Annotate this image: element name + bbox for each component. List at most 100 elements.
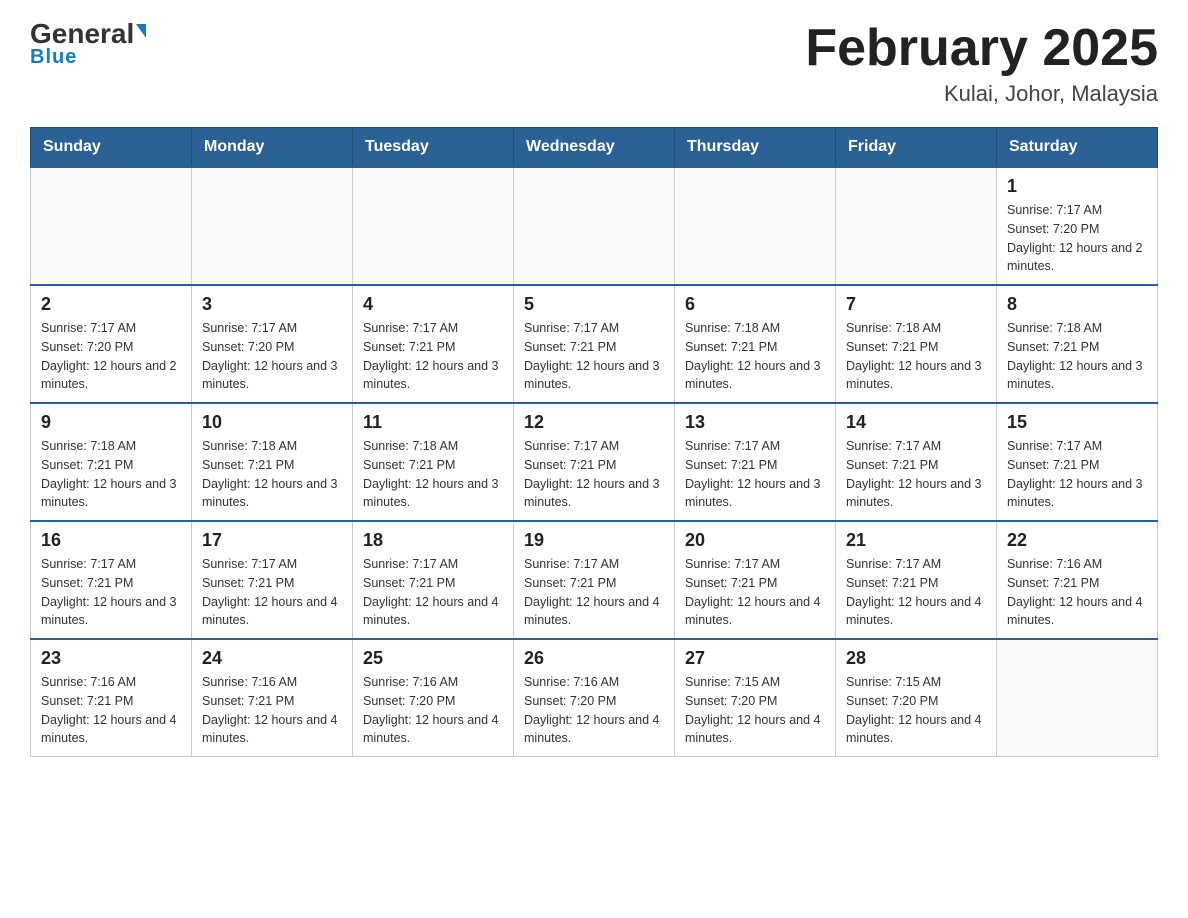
table-row: 22 Sunrise: 7:16 AMSunset: 7:21 PMDayligh… [997, 521, 1158, 639]
daylight-text: Daylight: 12 hours and 3 minutes. [846, 359, 982, 392]
sunset-text: Sunset: 7:21 PM [363, 340, 455, 354]
day-number: 20 [685, 530, 825, 551]
day-info: Sunrise: 7:17 AMSunset: 7:21 PMDaylight:… [846, 555, 986, 630]
day-number: 22 [1007, 530, 1147, 551]
day-number: 27 [685, 648, 825, 669]
sunrise-text: Sunrise: 7:18 AM [1007, 321, 1102, 335]
header-wednesday: Wednesday [514, 128, 675, 168]
sunset-text: Sunset: 7:21 PM [846, 576, 938, 590]
sunset-text: Sunset: 7:21 PM [202, 458, 294, 472]
table-row: 27 Sunrise: 7:15 AMSunset: 7:20 PMDayligh… [675, 639, 836, 757]
week-row-4: 16 Sunrise: 7:17 AM Sunset: 7:21 PM Dayligh… [31, 521, 1158, 639]
sunrise-text: Sunrise: 7:16 AM [202, 675, 297, 689]
sunset-text: Sunset: 7:20 PM [202, 340, 294, 354]
day-info: Sunrise: 7:16 AMSunset: 7:20 PMDaylight:… [524, 673, 664, 748]
day-info: Sunrise: 7:16 AMSunset: 7:21 PMDaylight:… [202, 673, 342, 748]
day-info: Sunrise: 7:18 AMSunset: 7:21 PMDaylight:… [41, 437, 181, 512]
daylight-text: Daylight: 12 hours and 4 minutes. [685, 713, 821, 746]
daylight-text: Daylight: 12 hours and 3 minutes. [1007, 477, 1143, 510]
table-row: 12Sunrise: 7:17 AMSunset: 7:21 PMDayligh… [514, 403, 675, 521]
daylight-text: Daylight: 12 hours and 3 minutes. [1007, 359, 1143, 392]
sunset-text: Sunset: 7:21 PM [524, 340, 616, 354]
sunset-text: Sunset: 7:21 PM [202, 576, 294, 590]
day-number: 25 [363, 648, 503, 669]
day-number: 21 [846, 530, 986, 551]
week-row-1: 1Sunrise: 7:17 AMSunset: 7:20 PMDaylight… [31, 167, 1158, 285]
sunset-text: Sunset: 7:21 PM [363, 458, 455, 472]
daylight-text: Daylight: 12 hours and 3 minutes. [685, 359, 821, 392]
table-row: 28Sunrise: 7:15 AMSunset: 7:20 PMDayligh… [836, 639, 997, 757]
sunrise-text: Sunrise: 7:17 AM [685, 557, 780, 571]
sunrise-text: Sunrise: 7:17 AM [1007, 203, 1102, 217]
calendar-subtitle: Kulai, Johor, Malaysia [805, 81, 1158, 107]
table-row: 17Sunrise: 7:17 AMSunset: 7:21 PMDayligh… [192, 521, 353, 639]
sunset-text: Sunset: 7:21 PM [41, 576, 133, 590]
day-info: Sunrise: 7:15 AMSunset: 7:20 PMDaylight:… [685, 673, 825, 748]
day-info: Sunrise: 7:17 AMSunset: 7:21 PMDaylight:… [363, 319, 503, 394]
table-row: 11Sunrise: 7:18 AMSunset: 7:21 PMDayligh… [353, 403, 514, 521]
sunset-text: Sunset: 7:21 PM [685, 458, 777, 472]
sunrise-text: Sunrise: 7:17 AM [41, 557, 136, 571]
day-number: 8 [1007, 294, 1147, 315]
daylight-text: Daylight: 12 hours and 4 minutes. [41, 713, 177, 746]
sunrise-text: Sunrise: 7:15 AM [685, 675, 780, 689]
day-number: 1 [1007, 176, 1147, 197]
daylight-text: Daylight: 12 hours and 3 minutes. [202, 359, 338, 392]
daylight-text: Daylight: 12 hours and 4 minutes. [363, 713, 499, 746]
week-row-3: 9Sunrise: 7:18 AMSunset: 7:21 PMDaylight… [31, 403, 1158, 521]
sunset-text: Sunset: 7:21 PM [363, 576, 455, 590]
header-monday: Monday [192, 128, 353, 168]
header-thursday: Thursday [675, 128, 836, 168]
sunrise-text: Sunrise: 7:16 AM [524, 675, 619, 689]
sunrise-text: Sunrise: 7:17 AM [524, 557, 619, 571]
day-number: 23 [41, 648, 181, 669]
day-info: Sunrise: 7:17 AM Sunset: 7:21 PM Daylight:… [41, 555, 181, 630]
sunset-text: Sunset: 7:20 PM [363, 694, 455, 708]
day-info: Sunrise: 7:18 AMSunset: 7:21 PMDaylight:… [202, 437, 342, 512]
daylight-text: Daylight: 12 hours and 4 minutes. [202, 595, 338, 628]
sunrise-text: Sunrise: 7:15 AM [846, 675, 941, 689]
day-info: Sunrise: 7:17 AMSunset: 7:20 PMDaylight:… [1007, 201, 1147, 276]
sunset-text: Sunset: 7:20 PM [524, 694, 616, 708]
sunset-text: Sunset: 7:21 PM [524, 576, 616, 590]
logo: General Blue [30, 20, 146, 69]
sunrise-text: Sunrise: 7:17 AM [846, 557, 941, 571]
table-row [997, 639, 1158, 757]
daylight-text: Daylight: 12 hours and 4 minutes. [685, 595, 821, 628]
daylight-text: Daylight: 12 hours and 3 minutes. [41, 477, 177, 510]
sunrise-text: Sunrise: 7:16 AM [41, 675, 136, 689]
page-header: General Blue February 2025 Kulai, Johor,… [30, 20, 1158, 107]
daylight-text: Daylight: 12 hours and 3 minutes. [524, 359, 660, 392]
table-row: 21Sunrise: 7:17 AMSunset: 7:21 PMDayligh… [836, 521, 997, 639]
sunrise-text: Sunrise: 7:16 AM [1007, 557, 1102, 571]
day-info: Sunrise: 7:17 AMSunset: 7:21 PMDaylight:… [524, 319, 664, 394]
day-info: Sunrise: 7:16 AMSunset: 7:21 PMDaylight:… [1007, 555, 1147, 630]
sunrise-text: Sunrise: 7:17 AM [41, 321, 136, 335]
table-row: 7Sunrise: 7:18 AMSunset: 7:21 PMDaylight… [836, 285, 997, 403]
day-number: 11 [363, 412, 503, 433]
sunset-text: Sunset: 7:20 PM [1007, 222, 1099, 236]
day-info: Sunrise: 7:16 AM Sunset: 7:20 PM Daylight:… [363, 673, 503, 748]
day-info: Sunrise: 7:17 AMSunset: 7:21 PMDaylight:… [846, 437, 986, 512]
day-number: 16 [41, 530, 181, 551]
daylight-text: Daylight: 12 hours and 3 minutes. [685, 477, 821, 510]
day-info: Sunrise: 7:17 AMSunset: 7:20 PMDaylight:… [202, 319, 342, 394]
day-info: Sunrise: 7:17 AMSunset: 7:21 PMDaylight:… [1007, 437, 1147, 512]
day-info: Sunrise: 7:17 AMSunset: 7:21 PMDaylight:… [363, 555, 503, 630]
daylight-text: Daylight: 12 hours and 4 minutes. [202, 713, 338, 746]
sunset-text: Sunset: 7:20 PM [41, 340, 133, 354]
sunset-text: Sunset: 7:20 PM [846, 694, 938, 708]
daylight-text: Daylight: 12 hours and 3 minutes. [363, 359, 499, 392]
daylight-text: Daylight: 12 hours and 3 minutes. [41, 595, 177, 628]
daylight-text: Daylight: 12 hours and 4 minutes. [1007, 595, 1143, 628]
sunrise-text: Sunrise: 7:17 AM [524, 439, 619, 453]
table-row: 3 Sunrise: 7:17 AMSunset: 7:20 PMDaylight… [192, 285, 353, 403]
logo-blue-text: Blue [30, 46, 77, 69]
day-number: 17 [202, 530, 342, 551]
sunset-text: Sunset: 7:21 PM [846, 340, 938, 354]
day-info: Sunrise: 7:18 AMSunset: 7:21 PMDaylight:… [1007, 319, 1147, 394]
sunrise-text: Sunrise: 7:16 AM [363, 675, 458, 689]
day-number: 3 [202, 294, 342, 315]
table-row: 19Sunrise: 7:17 AMSunset: 7:21 PMDayligh… [514, 521, 675, 639]
table-row [353, 167, 514, 285]
